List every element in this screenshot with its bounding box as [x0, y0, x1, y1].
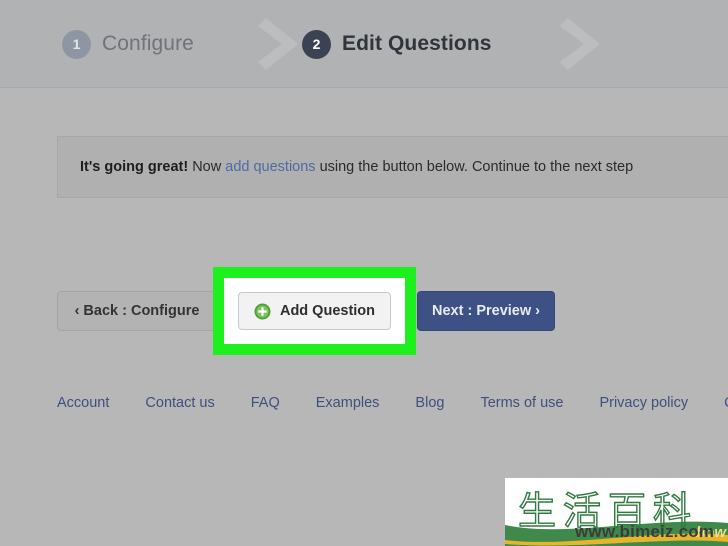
step-label: Edit Questions — [341, 32, 492, 55]
chevron-right-icon — [542, 0, 604, 88]
add-question-label: Add Question — [279, 303, 376, 319]
footer-link-code-rules[interactable]: Code Ru — [724, 395, 728, 411]
add-questions-link[interactable]: add questions — [225, 159, 315, 175]
footer-link-contact-us[interactable]: Contact us — [145, 395, 214, 411]
page-root: 1 Configure 2 Edit Questions It's going — [0, 0, 728, 546]
step-label: Configure — [102, 32, 194, 55]
step-number-badge: 1 — [62, 29, 91, 59]
footer-links: Account Contact us FAQ Examples Blog Ter… — [57, 392, 728, 414]
footer-link-terms-of-use[interactable]: Terms of use — [480, 395, 563, 411]
wizard-step-configure[interactable]: 1 Configure — [62, 0, 194, 88]
wizard-header: 1 Configure 2 Edit Questions — [0, 0, 728, 88]
footer-link-faq[interactable]: FAQ — [251, 395, 280, 411]
next-preview-button[interactable]: Next : Preview › — [417, 291, 555, 331]
footer-link-privacy-policy[interactable]: Privacy policy — [599, 395, 688, 411]
watermark-url: www.bimeiz.com — [575, 522, 715, 541]
footer-link-examples[interactable]: Examples — [316, 395, 380, 411]
chevron-right-icon — [240, 0, 302, 88]
wizard-steps: 1 Configure 2 Edit Questions — [0, 0, 728, 88]
footer-link-blog[interactable]: Blog — [415, 395, 444, 411]
status-banner-text-after: using the button below. Continue to the … — [315, 159, 634, 175]
add-question-button[interactable]: Add Question — [238, 292, 391, 330]
watermark: 生活百科 how www.bimeiz.com — [505, 478, 728, 546]
status-banner-text: It's going great! Now add questions usin… — [58, 159, 633, 175]
status-banner-bold: It's going great! — [80, 159, 189, 175]
plus-circle-icon — [254, 303, 271, 320]
step-number-badge: 2 — [301, 29, 331, 59]
back-configure-button[interactable]: ‹ Back : Configure — [57, 291, 217, 331]
status-banner-text-before: Now — [188, 159, 226, 175]
status-banner: It's going great! Now add questions usin… — [57, 136, 728, 198]
wizard-step-edit-questions[interactable]: 2 Edit Questions — [301, 0, 492, 88]
footer-link-account[interactable]: Account — [57, 395, 109, 411]
